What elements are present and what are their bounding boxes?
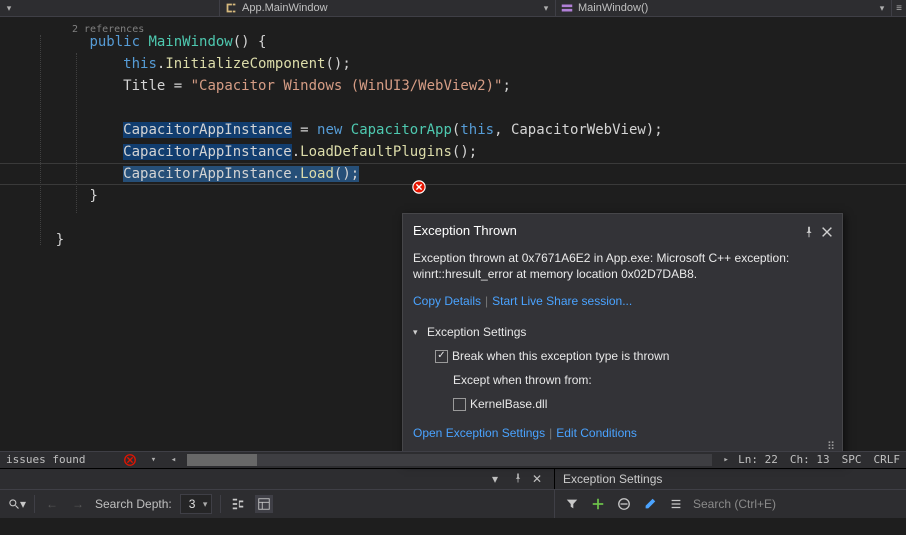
checkbox-checked-icon: ✓ [435,350,448,363]
separator [220,495,221,513]
class-icon [224,1,238,15]
except-module-checkbox[interactable]: KernelBase.dll [413,392,832,416]
copy-details-link[interactable]: Copy Details [413,294,481,308]
code-line[interactable]: public MainWindow() { [0,31,906,53]
add-icon[interactable] [589,495,607,513]
start-live-share-link[interactable]: Start Live Share session... [492,294,632,308]
nav-back-icon: ← [43,495,61,513]
nav-member-label: MainWindow() [578,2,648,14]
filter-icon[interactable] [563,495,581,513]
search-depth-dropdown[interactable]: 3 [180,494,213,514]
toggle-details-icon[interactable] [255,495,273,513]
issues-found-label[interactable]: issues found [0,449,91,471]
nav-scope-dropdown[interactable]: ▾ [0,0,220,16]
navigation-bar: ▾ App.MainWindow ▾ MainWindow() ▾ ≡ [0,0,906,17]
code-line[interactable]: Title = "Capacitor Windows (WinUI3/WebVi… [0,75,906,97]
line-indicator[interactable]: Ln: 22 [738,449,778,471]
code-editor[interactable]: 2 references public MainWindow() { this.… [0,17,906,468]
exception-popup: Exception Thrown Exception thrown at 0x7… [402,213,843,463]
exception-popup-title: Exception Thrown [413,220,798,242]
split-icon[interactable]: ≡ [892,0,906,16]
edit-icon[interactable] [641,495,659,513]
break-when-thrown-checkbox[interactable]: ✓ Break when this exception type is thro… [413,344,832,368]
method-icon [560,1,574,15]
exception-message: Exception thrown at 0x7671A6E2 in App.ex… [413,250,832,282]
lineending-indicator[interactable]: CRLF [874,449,901,471]
nav-forward-icon: → [69,495,87,513]
column-indicator[interactable]: Ch: 13 [790,449,830,471]
error-filter-icon[interactable] [121,451,139,469]
indent-indicator[interactable]: SPC [842,449,862,471]
chevron-down-icon: ▾ [4,3,14,14]
code-line[interactable]: this.InitializeComponent(); [0,53,906,75]
search-depth-label: Search Depth: [95,497,172,511]
remove-icon[interactable] [615,495,633,513]
close-icon[interactable]: ✕ [532,472,546,486]
code-line[interactable] [0,97,906,119]
exception-settings-header[interactable]: ▾ Exception Settings [413,320,832,344]
exception-search-input[interactable]: Search (Ctrl+E) [693,494,898,514]
code-line[interactable]: CapacitorAppInstance.Load(); [0,163,906,185]
nav-member-dropdown[interactable]: MainWindow() ▾ [556,0,892,16]
scroll-right-icon[interactable]: ▸ [720,449,732,471]
separator [34,495,35,513]
checkbox-unchecked-icon [453,398,466,411]
pin-icon[interactable] [802,224,816,238]
open-exception-settings-link[interactable]: Open Exception Settings [413,426,545,440]
exception-error-icon[interactable] [412,179,426,193]
panel-header-row: ▾ ✕ Exception Settings [0,468,906,489]
code-line[interactable]: } [0,185,906,207]
search-icon[interactable]: ▾ [8,495,26,513]
call-hierarchy-toolbar: ▾ ← → Search Depth: 3 [0,490,554,518]
code-line[interactable]: CapacitorAppInstance.LoadDefaultPlugins(… [0,141,906,163]
nav-class-dropdown[interactable]: App.MainWindow ▾ [220,0,556,16]
settings-list-icon[interactable] [667,495,685,513]
chevron-down-icon[interactable]: ▾ [147,449,159,471]
chevron-down-icon[interactable]: ▾ [492,472,506,486]
editor-status-bar: issues found ▾ ◂ ▸ Ln: 22 Ch: 13 SPC CRL… [0,451,906,468]
exception-settings-panel-title: Exception Settings [563,472,662,486]
chevron-down-icon: ▾ [877,3,887,14]
horizontal-scrollbar[interactable] [187,454,712,466]
close-icon[interactable] [820,224,834,238]
nav-class-label: App.MainWindow [242,2,328,14]
code-line[interactable]: CapacitorAppInstance = new CapacitorApp(… [0,119,906,141]
bottom-toolbars: ▾ ← → Search Depth: 3 Search (Ctr [0,489,906,518]
except-when-label: Except when thrown from: [413,368,832,392]
edit-conditions-link[interactable]: Edit Conditions [556,426,637,440]
toggle-tree-icon[interactable] [229,495,247,513]
chevron-down-icon: ▾ [541,3,551,14]
exception-settings-toolbar: Search (Ctrl+E) [554,490,906,518]
collapse-icon: ▾ [413,321,423,343]
scroll-left-icon[interactable]: ◂ [167,449,179,471]
pin-icon[interactable] [512,472,526,486]
